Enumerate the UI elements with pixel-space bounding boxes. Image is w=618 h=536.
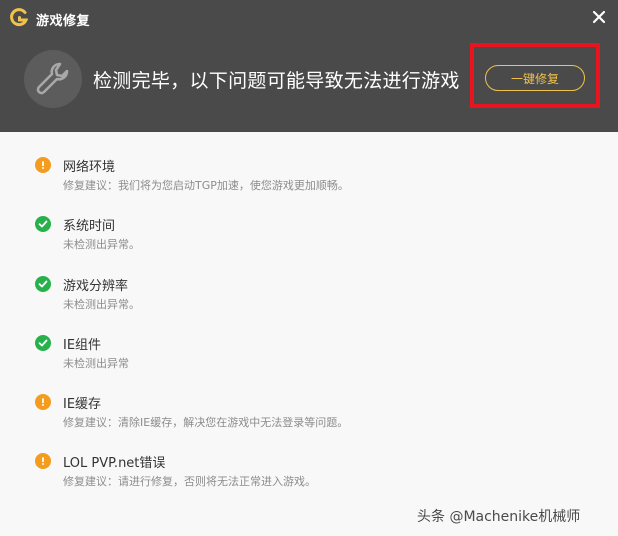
check-item: 游戏分辨率未检测出异常。 [0, 261, 618, 311]
check-item: LOL PVP.net错误修复建议：请进行修复，否则将无法正常进入游戏。 [0, 438, 618, 488]
check-item-title: 网络环境 [63, 160, 116, 175]
app-title: 游戏修复 [36, 14, 91, 29]
close-icon[interactable] [589, 7, 609, 27]
check-item-desc: 未检测出异常。 [63, 298, 140, 311]
check-icon [35, 335, 51, 351]
header-panel: 游戏修复 检测完毕，以下问题可能导致无法进行游戏 一键修复 [0, 0, 618, 132]
check-icon [35, 276, 51, 292]
game-repair-window: 游戏修复 检测完毕，以下问题可能导致无法进行游戏 一键修复 网络环境修复建议：我… [0, 0, 618, 536]
scan-result-headline: 检测完毕，以下问题可能导致无法进行游戏 [93, 70, 460, 92]
wrench-icon [24, 50, 82, 108]
check-item-title: 系统时间 [63, 219, 116, 234]
check-item-desc: 修复建议：清除IE缓存，解决您在游戏中无法登录等问题。 [63, 416, 349, 429]
check-item-title: LOL PVP.net错误 [63, 456, 166, 471]
app-logo-icon [10, 8, 29, 28]
titlebar: 游戏修复 [0, 0, 618, 36]
check-item-title: IE缓存 [63, 397, 102, 412]
check-item: 网络环境修复建议：我们将为您启动TGP加速，使您游戏更加顺畅。 [0, 142, 618, 192]
warning-icon [35, 394, 51, 410]
check-item-desc: 未检测出异常 [63, 357, 129, 370]
check-icon [35, 216, 51, 232]
warning-icon [35, 453, 51, 469]
check-item-title: IE组件 [63, 338, 102, 353]
watermark-text: 头条 @Machenike机械师 [417, 509, 581, 525]
check-item: IE缓存修复建议：清除IE缓存，解决您在游戏中无法登录等问题。 [0, 379, 618, 429]
check-item-desc: 未检测出异常。 [63, 238, 140, 251]
check-item-title: 游戏分辨率 [63, 279, 129, 294]
warning-icon [35, 157, 51, 173]
check-item-desc: 修复建议：我们将为您启动TGP加速，使您游戏更加顺畅。 [63, 179, 349, 192]
highlight-annotation-box [470, 43, 600, 108]
check-item: 系统时间未检测出异常。 [0, 201, 618, 251]
check-item: IE组件未检测出异常 [0, 320, 618, 370]
check-item-desc: 修复建议：请进行修复，否则将无法正常进入游戏。 [63, 475, 316, 488]
